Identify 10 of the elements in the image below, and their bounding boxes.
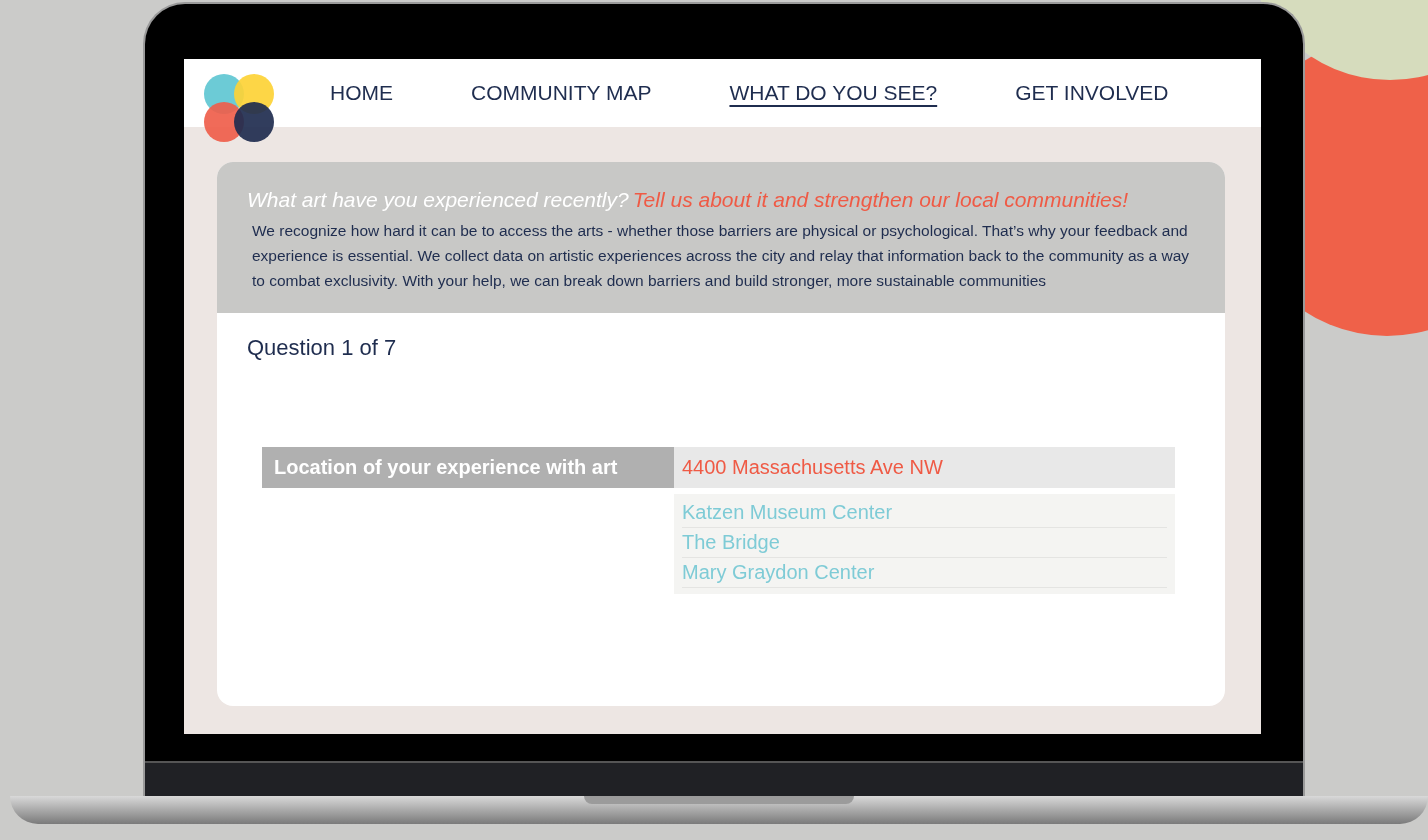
field-label: Location of your experience with art xyxy=(262,447,674,488)
logo-drawing xyxy=(204,73,276,145)
question-counter: Question 1 of 7 xyxy=(247,335,398,361)
intro-question: What art have you experienced recently? xyxy=(247,188,629,211)
nav-link[interactable]: WHAT DO YOU SEE? xyxy=(729,81,938,105)
intro-paragraph: We recognize how hard it can be to access the arts - whether those barriers are physical or psychological. That’s why your feedback and experience is essential. We collect data on artistic experiences across the city and relay that information back to the community as a way to combat exclusivity. With your help, we can break down barriers and build stronger, more sustainable communities xyxy=(252,221,1191,291)
nav-link[interactable]: GET INVOLVED xyxy=(1015,81,1169,105)
intro-call-to-action: Tell us about it and strengthen our local communities! xyxy=(632,188,1129,211)
nav-link[interactable]: COMMUNITY MAP xyxy=(471,81,652,105)
nav-link[interactable]: HOME xyxy=(330,81,393,105)
